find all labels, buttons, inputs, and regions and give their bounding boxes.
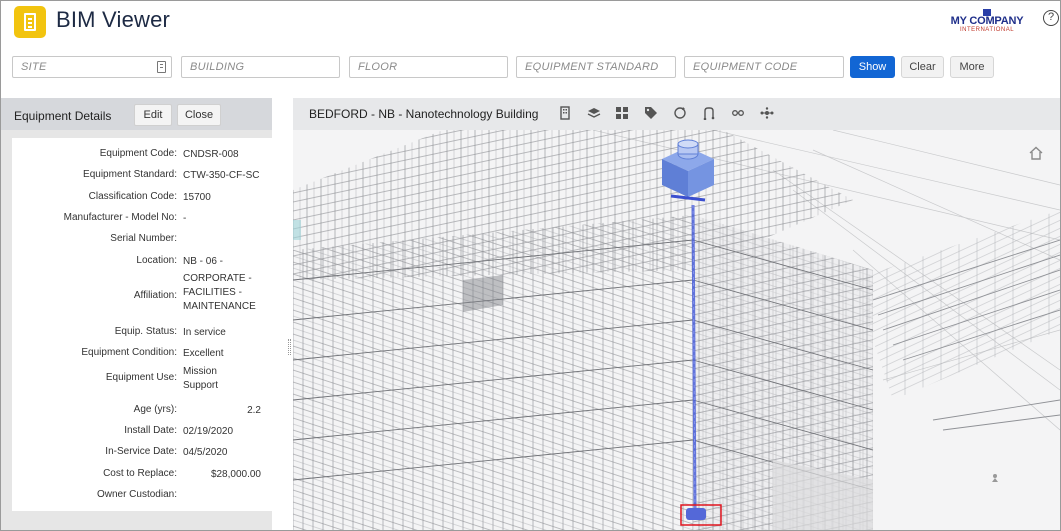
panel-header: Equipment Details Edit Close <box>1 98 272 130</box>
equipment-details-panel: Equipment Details Edit Close Equipment C… <box>1 98 272 530</box>
viewer-title: BEDFORD - NB - Nanotechnology Building <box>309 107 539 121</box>
filter-bar: Show Clear More <box>1 56 1060 78</box>
site-field[interactable] <box>12 56 172 78</box>
equipment-code-field[interactable] <box>684 56 844 78</box>
system-icon[interactable] <box>731 106 745 120</box>
panel-title: Equipment Details <box>14 109 112 123</box>
show-button[interactable]: Show <box>850 56 895 78</box>
building-input[interactable] <box>182 57 339 77</box>
app-logo-icon <box>14 6 46 38</box>
grid-icon[interactable] <box>615 106 629 120</box>
page-title: BIM Viewer <box>56 7 171 32</box>
app-header: BIM Viewer MY COMPANY INTERNATIONAL ? <box>1 1 1060 43</box>
building-icon[interactable] <box>558 106 572 120</box>
bim-viewer: BEDFORD - NB - Nanotechnology Building <box>293 98 1060 531</box>
home-icon[interactable] <box>1028 146 1044 160</box>
edit-button[interactable]: Edit <box>134 104 172 126</box>
site-picker-icon[interactable] <box>157 61 166 73</box>
equipment-code-input[interactable] <box>685 57 843 77</box>
layers-icon[interactable] <box>587 106 601 120</box>
site-input[interactable] <box>13 57 171 77</box>
details-list: Equipment Code: CNDSR-008 Equipment Stand… <box>12 138 272 511</box>
clear-button[interactable]: Clear <box>901 56 944 78</box>
floor-input[interactable] <box>350 57 507 77</box>
route-icon[interactable] <box>702 106 716 121</box>
app-window: BIM Viewer MY COMPANY INTERNATIONAL ? Sh… <box>0 0 1061 531</box>
refresh-icon[interactable] <box>673 106 687 120</box>
viewer-toolbar: BEDFORD - NB - Nanotechnology Building <box>293 98 1060 130</box>
model-canvas[interactable] <box>293 129 1060 531</box>
floor-field[interactable] <box>349 56 508 78</box>
network-icon[interactable] <box>760 106 774 120</box>
close-button[interactable]: Close <box>177 104 221 126</box>
equipment-standard-field[interactable] <box>516 56 676 78</box>
building-model-render[interactable] <box>293 129 1060 531</box>
panel-resize-handle[interactable] <box>288 339 291 355</box>
more-button[interactable]: More <box>950 56 994 78</box>
tag-icon[interactable] <box>644 106 658 120</box>
building-field[interactable] <box>181 56 340 78</box>
equipment-standard-input[interactable] <box>517 57 675 77</box>
company-logo: MY COMPANY INTERNATIONAL <box>949 9 1025 37</box>
help-icon[interactable]: ? <box>1043 10 1059 26</box>
